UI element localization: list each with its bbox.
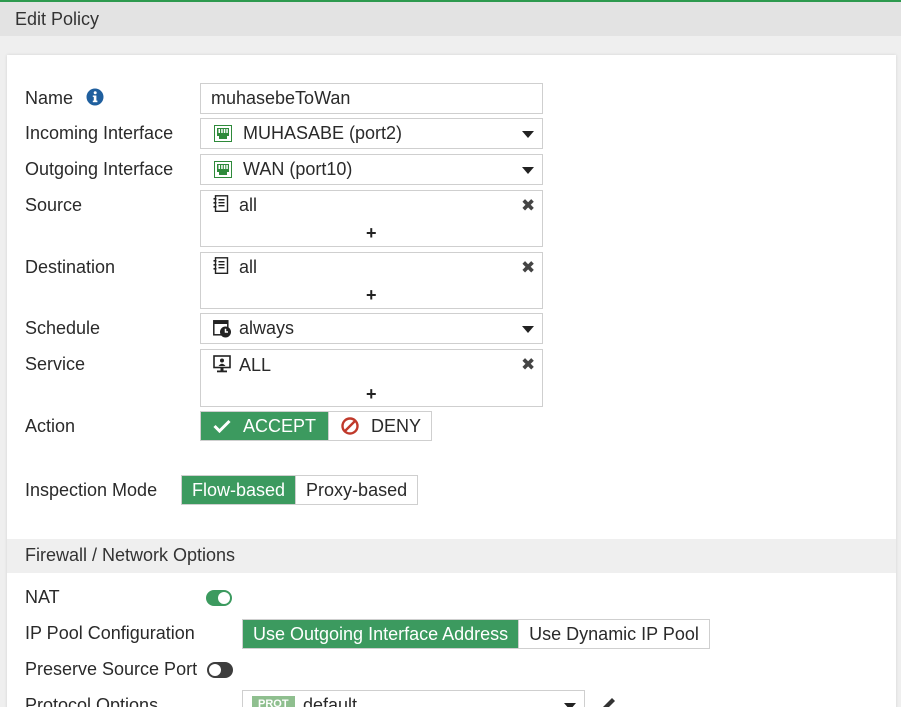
network-port-icon: [214, 161, 232, 178]
name-label: Name: [25, 88, 74, 108]
service-label: Service: [25, 354, 86, 374]
network-port-icon: [214, 125, 232, 142]
outgoing-interface-label: Outgoing Interface: [25, 159, 174, 179]
remove-source-icon[interactable]: ✖: [521, 197, 535, 214]
chevron-down-icon: [522, 131, 534, 138]
schedule-select[interactable]: always: [200, 313, 543, 344]
add-source-button[interactable]: +: [366, 224, 377, 242]
title-bar: Edit Policy: [0, 2, 901, 36]
schedule-label: Schedule: [25, 318, 101, 338]
preserve-source-port-toggle[interactable]: [207, 662, 233, 678]
section-title: Firewall / Network Options: [25, 545, 236, 565]
nat-toggle[interactable]: [206, 590, 232, 606]
protocol-options-select[interactable]: PROT default: [242, 690, 585, 707]
deny-button[interactable]: DENY: [328, 412, 431, 440]
protocol-options-label: Protocol Options: [25, 695, 159, 707]
service-value: ALL: [239, 355, 272, 375]
name-input[interactable]: muhasebeToWan: [200, 83, 543, 114]
accept-button[interactable]: ACCEPT: [201, 412, 329, 440]
incoming-interface-label: Incoming Interface: [25, 123, 174, 143]
destination-label: Destination: [25, 257, 116, 277]
page-title: Edit Policy: [15, 9, 100, 29]
preserve-source-port-label: Preserve Source Port: [25, 659, 198, 679]
inspection-mode-toggle: Flow-based Proxy-based: [181, 475, 419, 505]
use-dynamic-ip-pool-option[interactable]: Use Dynamic IP Pool: [518, 620, 709, 648]
add-destination-button[interactable]: +: [366, 286, 377, 304]
policy-form-panel: Name muhasebeToWan Incoming Interface MU…: [7, 55, 896, 707]
firewall-network-options-header: Firewall / Network Options: [7, 539, 896, 573]
remove-service-icon[interactable]: ✖: [521, 356, 535, 373]
address-icon: [213, 195, 229, 213]
proxy-based-option[interactable]: Proxy-based: [295, 476, 417, 504]
deny-icon: [341, 417, 359, 435]
use-outgoing-interface-option[interactable]: Use Outgoing Interface Address: [243, 620, 519, 648]
info-icon[interactable]: [86, 88, 104, 106]
incoming-interface-select[interactable]: MUHASABE (port2): [200, 118, 543, 149]
remove-destination-icon[interactable]: ✖: [521, 259, 535, 276]
source-field[interactable]: all ✖ +: [200, 190, 543, 247]
source-label: Source: [25, 195, 83, 215]
action-toggle: ACCEPT DENY: [200, 411, 433, 441]
chevron-down-icon: [564, 703, 576, 707]
chevron-down-icon: [522, 167, 534, 174]
check-icon: [213, 419, 231, 433]
address-icon: [213, 257, 229, 275]
prot-badge: PROT: [252, 696, 295, 707]
destination-value: all: [239, 257, 258, 277]
schedule-clock-icon: [213, 320, 231, 338]
source-value: all: [239, 195, 258, 215]
add-service-button[interactable]: +: [366, 385, 377, 403]
edit-pencil-icon[interactable]: [599, 696, 617, 707]
outgoing-interface-select[interactable]: WAN (port10): [200, 154, 543, 185]
ip-pool-toggle: Use Outgoing Interface Address Use Dynam…: [242, 619, 710, 649]
inspection-mode-label: Inspection Mode: [25, 480, 158, 500]
accept-label: ACCEPT: [243, 415, 317, 436]
destination-field[interactable]: all ✖ +: [200, 252, 543, 309]
deny-label: DENY: [371, 415, 422, 436]
flow-based-option[interactable]: Flow-based: [182, 476, 296, 504]
nat-label: NAT: [25, 587, 60, 607]
chevron-down-icon: [522, 326, 534, 333]
service-field[interactable]: ALL ✖ +: [200, 349, 543, 407]
ip-pool-configuration-label: IP Pool Configuration: [25, 623, 195, 643]
action-label: Action: [25, 416, 76, 436]
service-monitor-icon: [213, 355, 231, 373]
